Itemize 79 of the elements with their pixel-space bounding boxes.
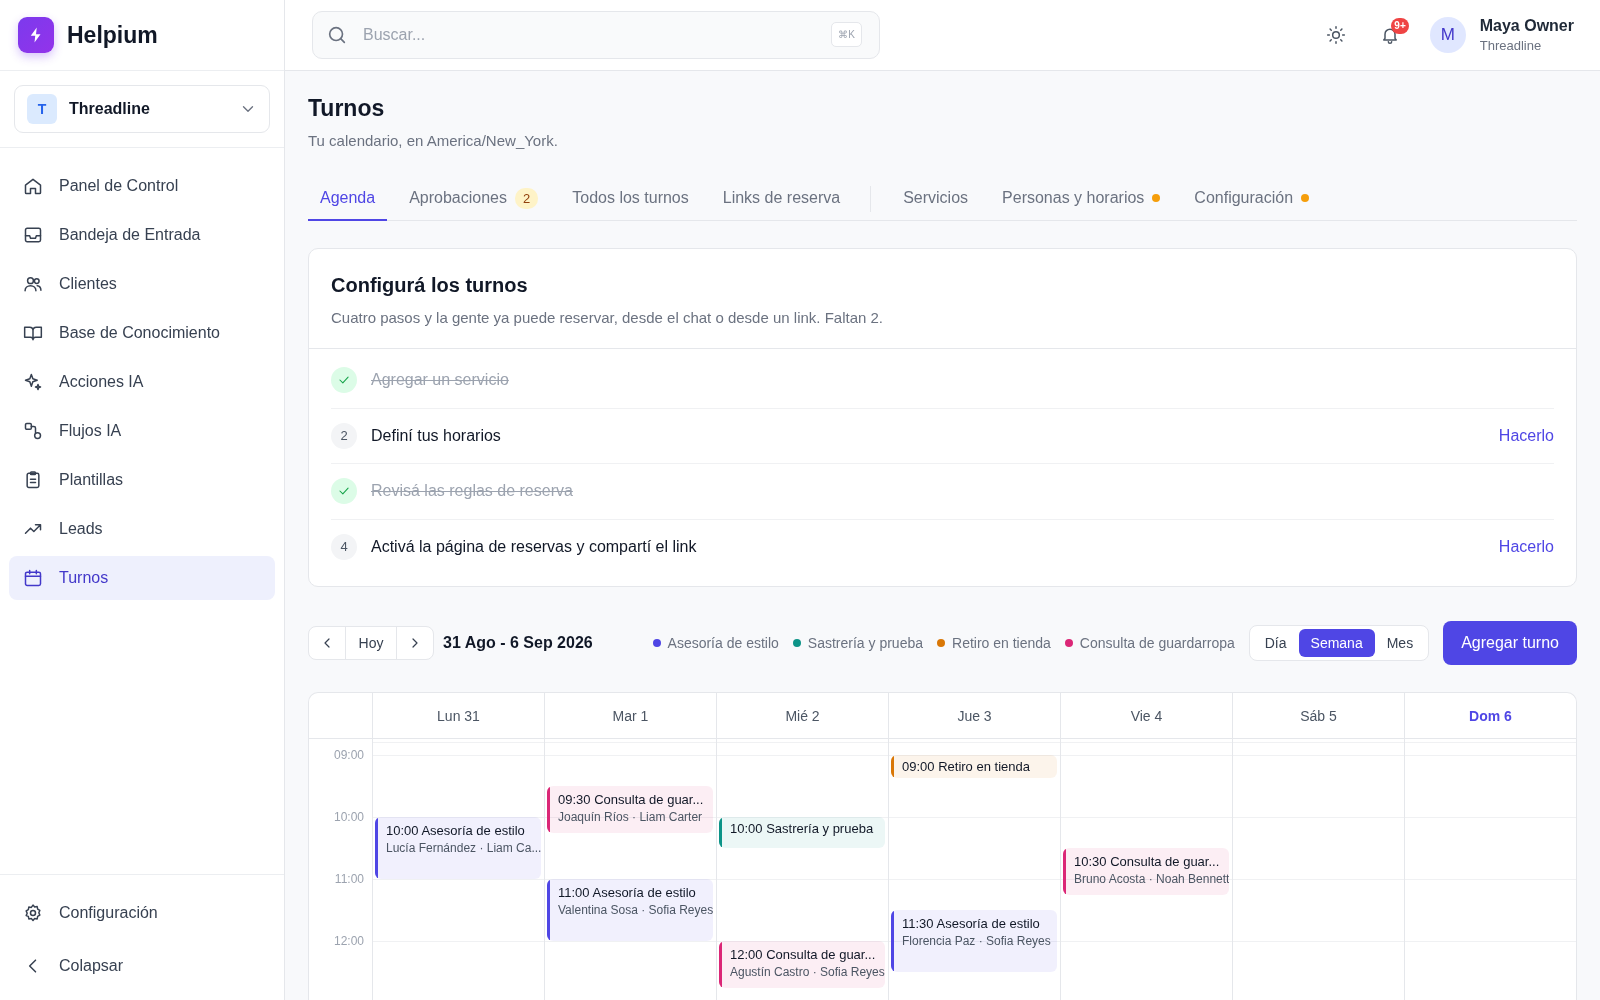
nav-item[interactable]: Leads — [9, 507, 275, 551]
card-subtitle: Cuatro pasos y la gente ya puede reservar, desde el chat o desde un link. Faltan 2. — [331, 309, 884, 326]
nav-item[interactable]: Plantillas — [9, 458, 275, 502]
do-link[interactable]: Hacerlo — [1498, 426, 1554, 445]
step-label: Agregar un servicio — [371, 371, 510, 390]
user-organization: Threadline — [1479, 38, 1543, 53]
count-badge: 2 — [515, 187, 539, 209]
tab[interactable]: Links de reserva — [710, 177, 853, 221]
do-link[interactable]: Hacerlo — [1498, 537, 1554, 556]
tab[interactable]: Todos los turnos — [560, 177, 701, 221]
nav-item[interactable]: Flujos IA — [9, 409, 275, 453]
day-header: Jue 3 — [957, 707, 992, 724]
book-icon — [23, 323, 43, 343]
step-label: Revisá las reglas de reserva — [371, 482, 574, 501]
notification-badge: 9+ — [1391, 18, 1409, 34]
user-avatar[interactable]: M — [1429, 17, 1466, 53]
notifications-button[interactable]: 9+ — [1369, 15, 1410, 55]
hour-label: 09:00 — [332, 748, 364, 762]
calendar-icon — [23, 568, 43, 588]
appointment[interactable]: 10:30 Consulta de guar... Bruno Acosta · Noah Bennett — [1063, 848, 1229, 895]
day-header: Dom 6 — [1469, 707, 1512, 724]
legend-label: Consulta de guardarropa — [1079, 635, 1235, 651]
sparkles-icon — [23, 372, 43, 392]
hour-label: 10:00 — [332, 810, 364, 824]
inbox-icon — [23, 225, 43, 245]
date-range: 31 Ago - 6 Sep 2026 — [443, 634, 593, 652]
day-header: Lun 31 — [437, 707, 480, 724]
step-number: 4 — [331, 533, 357, 560]
nav-item[interactable]: Configuración — [9, 891, 275, 935]
step-label: Activá la página de reservas y compartí el link — [371, 537, 698, 556]
nav-item[interactable]: Colapsar — [9, 944, 275, 988]
appointment[interactable]: 12:00 Consulta de guar... Agustín Castro · Sofia Reyes — [719, 941, 885, 988]
view-option[interactable]: Día — [1252, 629, 1299, 657]
step-label: Definí tus horarios — [371, 426, 502, 445]
appointment[interactable]: 10:00 Sastrería y prueba — [719, 817, 885, 848]
appointment[interactable]: 09:00 Retiro en tienda — [891, 755, 1057, 778]
shortcut-hint: ⌘K — [831, 22, 862, 47]
nav-item[interactable]: Bandeja de Entrada — [9, 213, 275, 257]
step-number: 2 — [331, 422, 357, 449]
hour-label: 11:00 — [333, 872, 364, 886]
flow-icon — [23, 421, 43, 441]
search-icon — [326, 24, 348, 46]
tab[interactable]: Aprobaciones 2 — [397, 177, 551, 221]
home-icon — [23, 176, 43, 196]
sun-icon — [1325, 25, 1346, 45]
card-title: Configurá los turnos — [331, 274, 529, 297]
nav-item[interactable]: Base de Conocimiento — [9, 311, 275, 355]
hour-label: 12:00 — [332, 934, 364, 948]
view-option[interactable]: Semana — [1298, 629, 1375, 657]
nav-item[interactable]: Acciones IA — [9, 360, 275, 404]
appointment[interactable]: 09:30 Consulta de guar... Joaquín Ríos · Liam Carter — [547, 786, 713, 833]
appointment[interactable]: 11:00 Asesoría de estilo Valentina Sosa · Sofia Reyes — [547, 879, 713, 941]
add-appointment-button[interactable]: Agregar turno — [1443, 621, 1577, 665]
tab[interactable]: Configuración — [1182, 177, 1322, 221]
day-header: Vie 4 — [1130, 707, 1163, 724]
nav-item[interactable]: Clientes — [9, 262, 275, 306]
workspace-avatar: T — [27, 94, 57, 124]
tab[interactable]: Servicios — [891, 177, 981, 221]
page-subtitle: Tu calendario, en America/New_York. — [308, 132, 559, 149]
day-header: Sáb 5 — [1300, 707, 1337, 724]
view-option[interactable]: Mes — [1374, 629, 1426, 657]
app-name: Helpium — [67, 21, 158, 49]
tab[interactable]: Personas y horarios — [990, 177, 1173, 221]
day-header: Mar 1 — [612, 707, 649, 724]
clipboard-icon — [23, 470, 43, 490]
page-title: Turnos — [308, 95, 386, 122]
workspace-select[interactable]: T Threadline — [14, 85, 270, 133]
legend-label: Retiro en tienda — [952, 635, 1051, 651]
nav-item[interactable]: Panel de Control — [9, 164, 275, 208]
users-icon — [23, 274, 43, 294]
settings-icon — [23, 903, 43, 923]
user-name: Maya Owner — [1479, 17, 1574, 35]
appointment[interactable]: 11:30 Asesoría de estilo Florencia Paz · Sofia Reyes — [891, 910, 1057, 972]
tab[interactable]: Agenda — [308, 177, 388, 221]
day-header: Mié 2 — [785, 707, 820, 724]
legend-label: Asesoría de estilo — [667, 635, 779, 651]
nav-item[interactable]: Turnos — [9, 556, 275, 600]
legend-label: Sastrería y prueba — [807, 635, 923, 651]
appointment[interactable]: 10:00 Asesoría de estilo Lucía Fernández · Liam Ca... — [375, 817, 541, 879]
